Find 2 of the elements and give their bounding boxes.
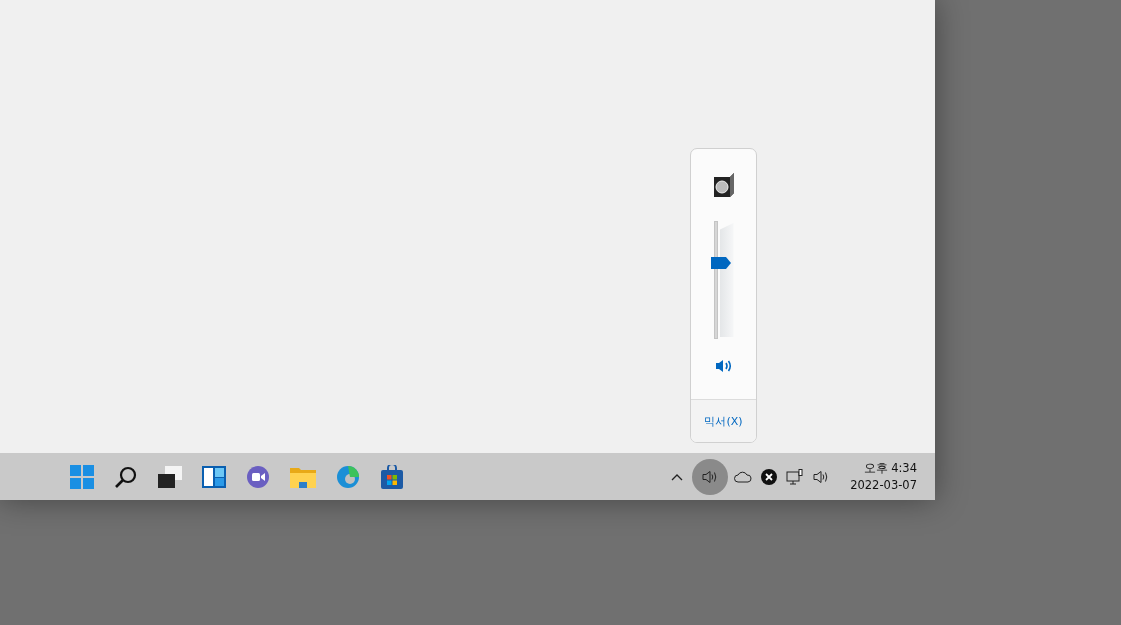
clock-time[interactable]: 오후 4:34 bbox=[863, 461, 917, 476]
clock-date[interactable]: 2022-03-07 bbox=[850, 478, 917, 492]
